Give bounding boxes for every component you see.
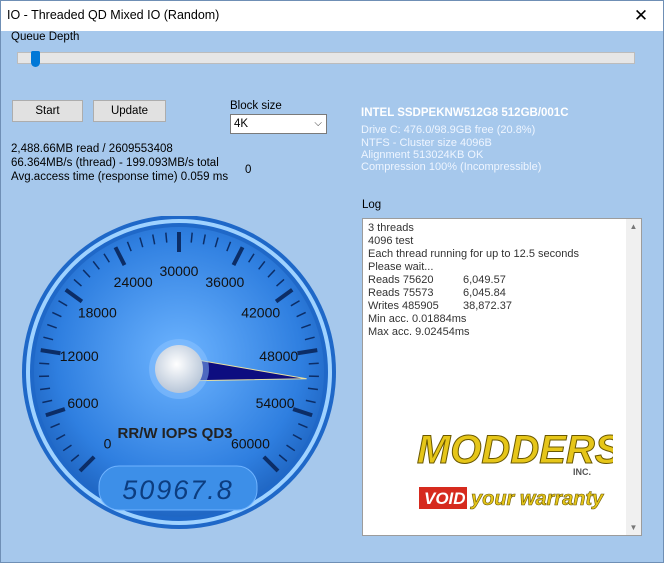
gauge-tick-label: 48000 [259, 348, 298, 364]
gauge-minor-tick [39, 362, 50, 365]
watermark-void: VOID [424, 489, 466, 508]
log-line: Writes 485905 [368, 300, 439, 312]
scroll-up-icon[interactable]: ▲ [626, 219, 641, 234]
app-window: IO - Threaded QD Mixed IO (Random) ✕ Que… [0, 0, 664, 563]
log-scrollbar[interactable]: ▲ ▼ [626, 219, 641, 535]
log-label: Log [362, 199, 382, 211]
log-line: Each thread running for up to 12.5 secon… [368, 248, 579, 260]
gauge-minor-tick [165, 232, 168, 243]
gauge-title: RR/W IOPS QD3 [117, 425, 232, 442]
watermark-line1: MODDERS [417, 428, 613, 472]
watermark-inc: INC. [573, 467, 591, 477]
queue-depth-label: Queue Depth [11, 31, 80, 43]
drive-compression: Compression 100% (Incompressible) [361, 161, 542, 173]
window-title: IO - Threaded QD Mixed IO (Random) [7, 8, 220, 22]
log-line: Reads 75573 [368, 287, 434, 299]
queue-depth-slider-thumb[interactable] [31, 51, 40, 67]
log-value: 6,045.84 [463, 287, 506, 299]
modders-inc-watermark: MODDERS INC. VOID your warranty [417, 428, 614, 511]
iops-gauge: 0 6000 12000 18000 24000 30000 36000 42000 48000… [22, 216, 336, 529]
drive-alignment: Alignment 513024KB OK [361, 149, 484, 161]
gauge-tick-label: 30000 [160, 263, 199, 279]
start-button[interactable]: Start [12, 100, 83, 122]
chevron-down-icon: ⌵ [314, 118, 322, 129]
gauge-minor-tick [190, 232, 193, 243]
block-size-label: Block size [230, 100, 282, 112]
gauge-minor-tick [308, 362, 319, 365]
drive-ntfs: NTFS - Cluster size 4096B [361, 137, 492, 149]
stats-access-time: Avg.access time (response time) 0.059 ms [11, 171, 229, 183]
stats-read: 2,488.66MB read / 2609553408 [11, 143, 173, 155]
gauge-tick-label: 12000 [60, 348, 99, 364]
close-icon[interactable]: ✕ [619, 1, 663, 31]
block-size-select[interactable]: 4K ⌵ [230, 114, 327, 134]
log-line: 4096 test [368, 235, 414, 247]
gauge-tick-label: 42000 [241, 305, 280, 321]
gauge-tick-label: 60000 [231, 435, 270, 451]
gauge-tick-label: 36000 [205, 274, 244, 290]
gauge-hub [155, 345, 203, 393]
log-textbox[interactable]: 3 threads 4096 test Each thread running … [362, 218, 642, 536]
log-value: 38,872.37 [463, 300, 512, 312]
log-line: 3 threads [368, 222, 414, 234]
gauge-tick-label: 24000 [114, 274, 153, 290]
log-line: Please wait... [368, 261, 434, 273]
gauge-tick-label: 54000 [256, 395, 295, 411]
stats-zero: 0 [245, 164, 252, 176]
gauge-tick-label: 6000 [67, 395, 98, 411]
log-value: 6,049.57 [463, 274, 506, 286]
log-line: Reads 75620 [368, 274, 434, 286]
gauge-readout: 50967.8 [122, 475, 234, 505]
queue-depth-slider-track[interactable] [17, 52, 635, 64]
drive-model: INTEL SSDPEKNW512G8 512GB/001C [361, 107, 569, 119]
gauge-tick-label: 18000 [78, 305, 117, 321]
drive-free: Drive C: 476.0/98.9GB free (20.8%) [361, 124, 536, 136]
scroll-down-icon[interactable]: ▼ [626, 520, 641, 535]
title-bar: IO - Threaded QD Mixed IO (Random) ✕ [1, 1, 663, 31]
log-line: Max acc. 9.02454ms [368, 326, 470, 338]
gauge-tick-label: 0 [104, 435, 112, 451]
log-line: Min acc. 0.01884ms [368, 313, 467, 325]
update-button[interactable]: Update [93, 100, 166, 122]
watermark-line2: your warranty [470, 488, 604, 510]
block-size-value: 4K [234, 118, 249, 130]
stats-throughput: 66.364MB/s (thread) - 199.093MB/s total [11, 157, 219, 169]
